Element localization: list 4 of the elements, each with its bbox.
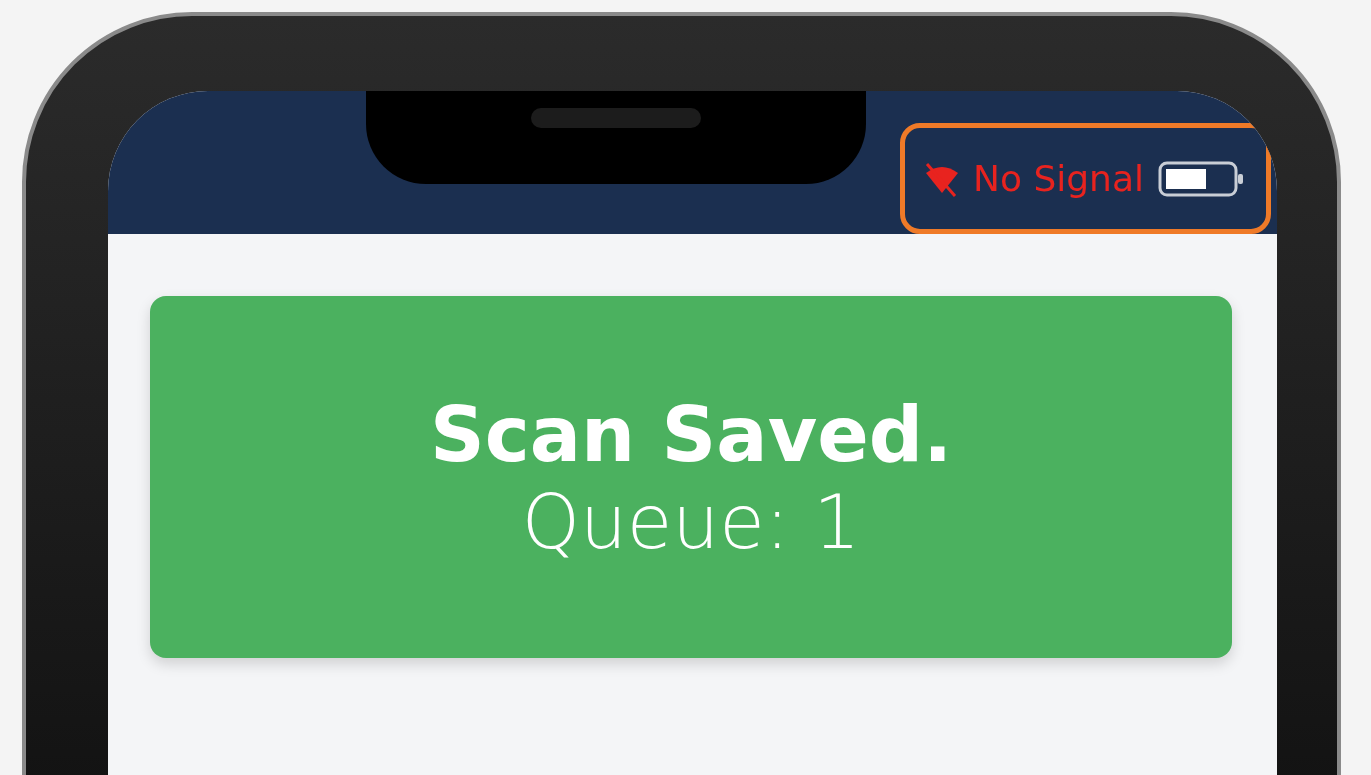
queue-count: Queue: 1 bbox=[521, 478, 861, 565]
no-wifi-icon bbox=[925, 160, 959, 197]
card-title: Scan Saved. bbox=[430, 389, 952, 479]
signal-status-text: No Signal bbox=[973, 158, 1144, 199]
